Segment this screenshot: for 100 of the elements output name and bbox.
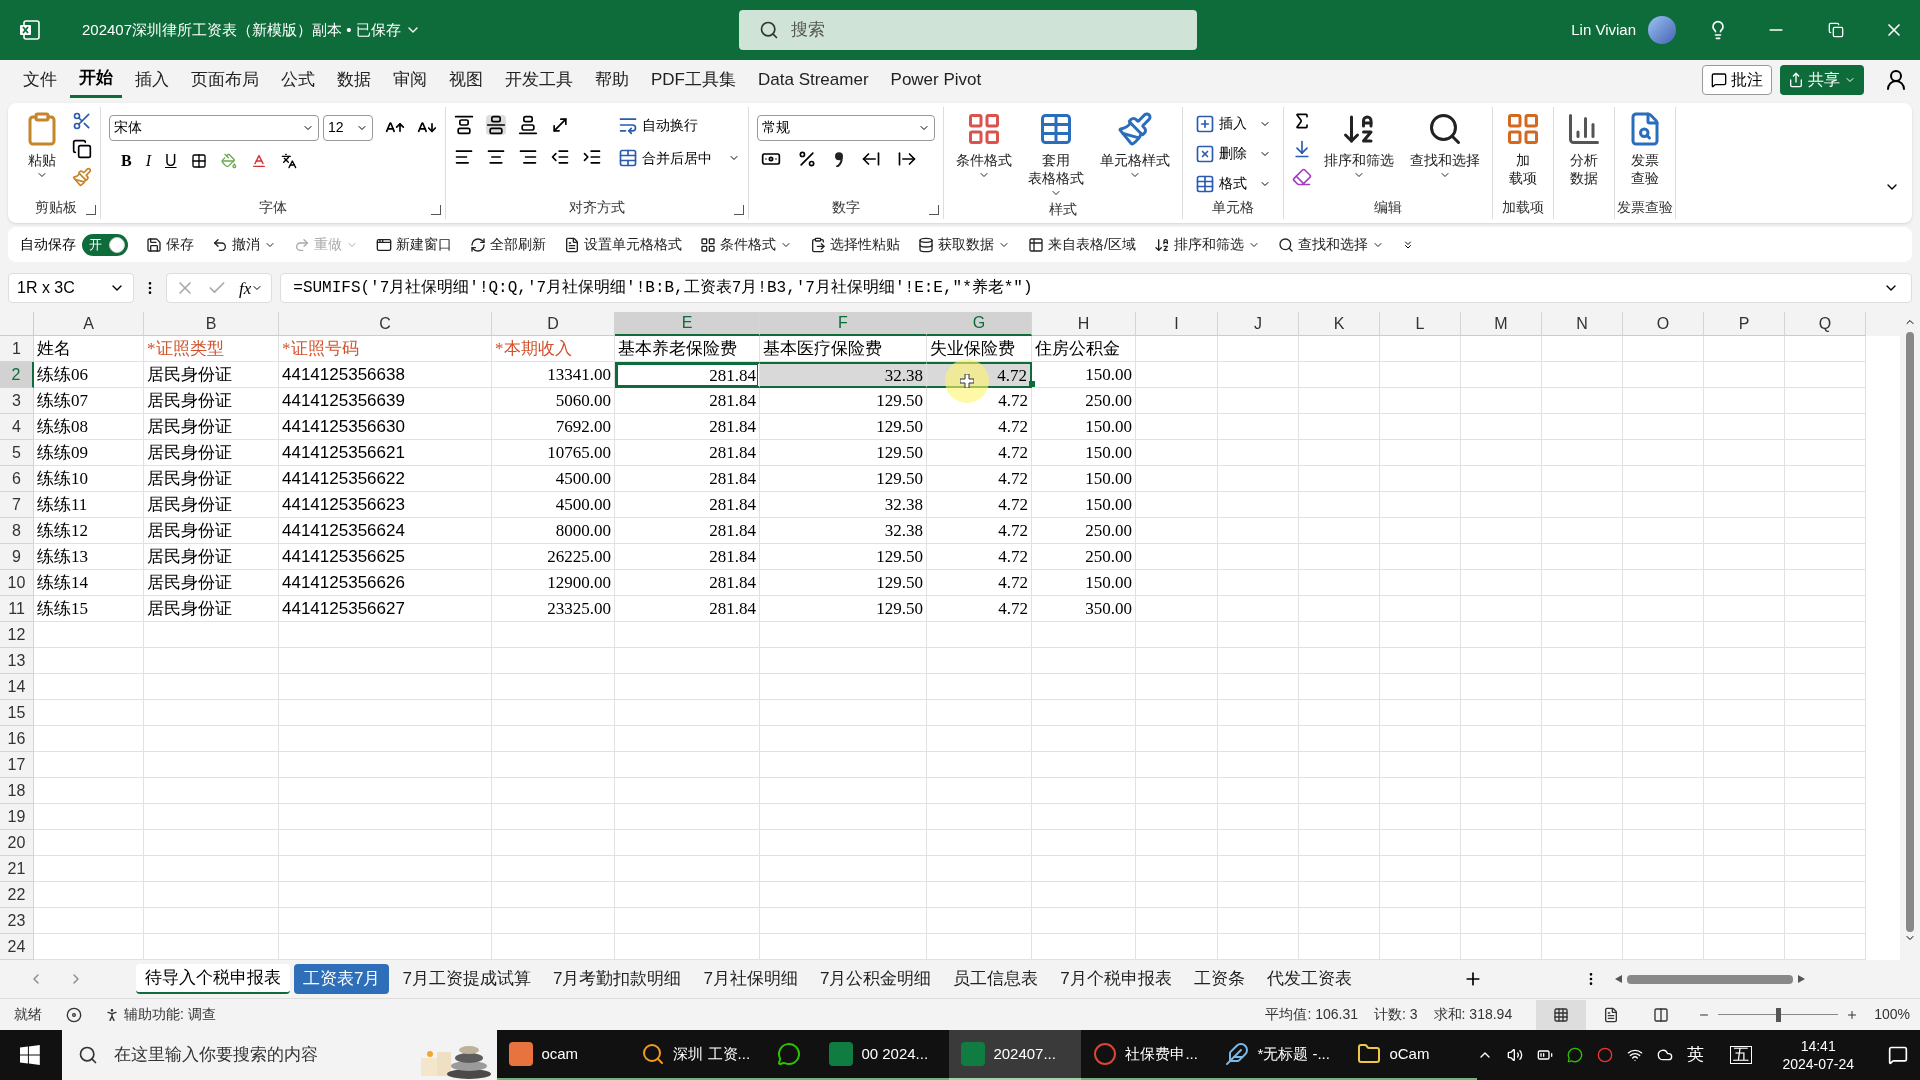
italic-button[interactable]: I xyxy=(145,148,151,173)
scroll-right-icon[interactable] xyxy=(1796,975,1805,984)
row-header[interactable]: 11 xyxy=(0,596,34,623)
sheet-tab[interactable]: 7月社保明细 xyxy=(694,964,807,995)
search-field[interactable]: 搜索 xyxy=(738,9,1197,50)
dialog-launcher-icon[interactable] xyxy=(86,204,96,215)
row-header[interactable]: 15 xyxy=(0,700,34,727)
ribbon-tab[interactable]: Power Pivot xyxy=(881,61,991,98)
row-header[interactable]: 17 xyxy=(0,752,34,779)
circle-icon[interactable] xyxy=(1597,1047,1614,1063)
row-header[interactable]: 18 xyxy=(0,778,34,805)
toolbar-button[interactable]: 条件格式 xyxy=(700,234,792,255)
ribbon-tab[interactable]: Data Streamer xyxy=(749,61,878,98)
row-header[interactable]: 6 xyxy=(0,466,34,493)
row-header[interactable]: 1 xyxy=(0,336,34,363)
toolbar-button[interactable]: 排序和筛选 xyxy=(1153,234,1260,255)
column-header[interactable]: E xyxy=(615,312,760,337)
coauthor-icon[interactable] xyxy=(1884,67,1908,92)
ribbon-tab[interactable]: 数据 xyxy=(328,61,380,98)
ribbon-tab[interactable]: 帮助 xyxy=(586,61,638,98)
ribbon-tab[interactable]: 文件 xyxy=(14,61,66,98)
column-header[interactable]: L xyxy=(1380,312,1461,337)
toolbar-button[interactable]: 全部刷新 xyxy=(470,234,546,255)
wrap-text-button[interactable]: 自动换行 xyxy=(618,114,740,136)
top-align-icon[interactable] xyxy=(454,114,474,135)
row-header[interactable]: 9 xyxy=(0,544,34,571)
chat-bubble-icon[interactable] xyxy=(1567,1047,1584,1063)
bold-button[interactable]: B xyxy=(121,148,132,173)
merge-center-button[interactable]: 合并后居中 xyxy=(618,147,740,169)
wifi-icon[interactable] xyxy=(1627,1047,1644,1063)
dialog-launcher-icon[interactable] xyxy=(431,204,441,215)
toolbar-button[interactable]: 查找和选择 xyxy=(1277,234,1384,255)
row-header[interactable]: 8 xyxy=(0,518,34,545)
column-header[interactable]: C xyxy=(279,312,492,337)
column-header[interactable]: N xyxy=(1542,312,1623,337)
invoice-check-button[interactable]: 发票 查验 xyxy=(1623,106,1667,187)
ribbon-tab[interactable]: 插入 xyxy=(126,61,178,98)
dialog-launcher-icon[interactable] xyxy=(734,204,744,215)
sheet-tab[interactable]: 待导入个税申报表 xyxy=(136,964,290,995)
cell-button[interactable]: 插入 xyxy=(1195,110,1271,137)
ime-mode[interactable]: 五 xyxy=(1730,1046,1753,1064)
font-size-select[interactable]: 12 xyxy=(323,114,373,141)
style-button[interactable]: 套用 表格格式 xyxy=(1024,106,1088,199)
column-header[interactable]: M xyxy=(1461,312,1542,337)
horizontal-scrollbar[interactable] xyxy=(1614,973,1805,986)
fill-handle[interactable] xyxy=(1029,381,1035,388)
sheet-tab[interactable]: 工资表7月 xyxy=(294,964,390,995)
column-header[interactable]: J xyxy=(1218,312,1299,337)
addins-button[interactable]: 加 载项 xyxy=(1501,106,1545,187)
row-header[interactable]: 19 xyxy=(0,804,34,831)
toolbar-button[interactable]: 新建窗口 xyxy=(376,234,452,255)
phonetic-icon[interactable] xyxy=(280,152,297,169)
user-avatar[interactable] xyxy=(1648,15,1676,44)
row-header[interactable]: 7 xyxy=(0,492,34,519)
ribbon-tab[interactable]: 公式 xyxy=(272,61,324,98)
ribbon-tab[interactable]: 审阅 xyxy=(384,61,436,98)
name-box[interactable]: 1R x 3C xyxy=(8,273,134,304)
taskbar-app[interactable]: ocam xyxy=(497,1030,630,1080)
row-header[interactable]: 2 xyxy=(0,362,34,389)
macro-recording-icon[interactable] xyxy=(66,1006,82,1023)
share-button[interactable]: 共享 xyxy=(1780,64,1864,95)
document-title[interactable]: 202407深圳律所工资表（新模版）副本 • 已保存 xyxy=(82,18,421,42)
toolbar-button[interactable]: 设置单元格格式 xyxy=(564,234,682,255)
notification-icon[interactable] xyxy=(1888,1045,1908,1065)
column-header[interactable]: A xyxy=(34,312,144,337)
ribbon-tab[interactable]: 开发工具 xyxy=(496,61,582,98)
restore-icon[interactable] xyxy=(1828,21,1844,38)
toolbar-button[interactable]: 来自表格/区域 xyxy=(1028,234,1136,255)
scroll-left-icon[interactable] xyxy=(1614,975,1623,984)
zoom-level[interactable]: 100% xyxy=(1874,1004,1910,1026)
volume-icon[interactable] xyxy=(1507,1047,1524,1063)
style-button[interactable]: 条件格式 xyxy=(952,106,1016,199)
battery-icon[interactable] xyxy=(1537,1047,1554,1063)
taskbar-app[interactable]: 社保费申... xyxy=(1081,1030,1214,1080)
clock-time[interactable]: 14:41 xyxy=(1800,1037,1836,1055)
row-header[interactable]: 12 xyxy=(0,622,34,649)
taskbar-app[interactable]: *无标题 -... xyxy=(1213,1030,1346,1080)
column-header[interactable]: B xyxy=(144,312,279,337)
comma-style-icon[interactable] xyxy=(833,150,845,167)
toolbar-button[interactable]: 撤消 xyxy=(212,234,276,255)
sheet-tab[interactable]: 7月个税申报表 xyxy=(1051,964,1181,995)
cell-button[interactable]: 删除 xyxy=(1195,140,1271,167)
column-header[interactable]: P xyxy=(1704,312,1785,337)
column-header[interactable]: H xyxy=(1032,312,1136,337)
taskbar-app[interactable]: oCam xyxy=(1345,1030,1478,1080)
comments-button[interactable]: 批注 xyxy=(1702,64,1772,95)
cut-icon[interactable] xyxy=(72,110,92,131)
row-header[interactable]: 23 xyxy=(0,908,34,935)
toolbar-button[interactable]: 保存 xyxy=(146,234,194,255)
ribbon-tab[interactable]: 视图 xyxy=(440,61,492,98)
toolbar-button[interactable]: 选择性粘贴 xyxy=(810,234,900,255)
cloud-icon[interactable] xyxy=(1657,1047,1674,1063)
number-format-select[interactable]: 常规 xyxy=(757,114,935,141)
autosave-toggle[interactable]: 开 xyxy=(82,233,128,256)
bottom-align-icon[interactable] xyxy=(518,114,538,135)
row-header[interactable]: 14 xyxy=(0,674,34,701)
view-button[interactable] xyxy=(1536,999,1587,1030)
row-header[interactable]: 5 xyxy=(0,440,34,467)
sheet-tab[interactable]: 员工信息表 xyxy=(944,964,1048,995)
borders-icon[interactable] xyxy=(190,152,207,169)
